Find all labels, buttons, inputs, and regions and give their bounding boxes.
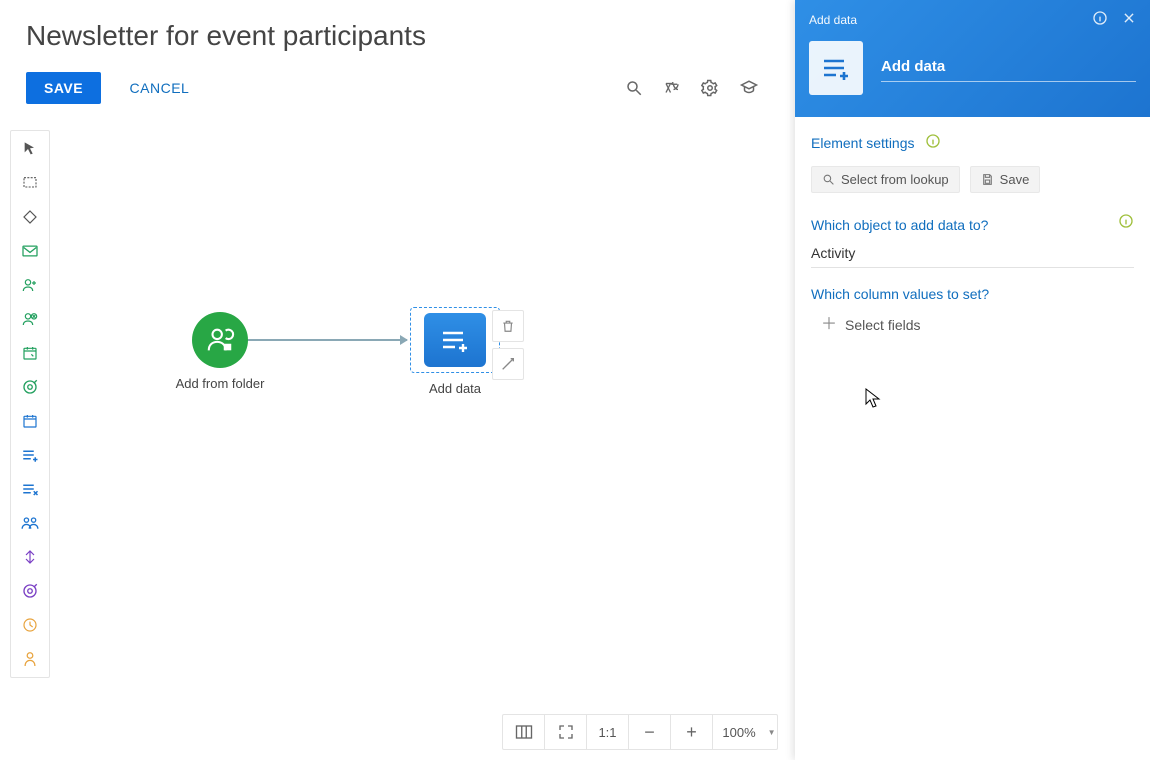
pointer-tool-icon[interactable] — [18, 139, 42, 159]
add-from-folder-node-icon — [192, 312, 248, 368]
split-tool-icon[interactable] — [18, 547, 42, 567]
columns-question-label: Which column values to set? — [811, 286, 1134, 302]
close-icon[interactable] — [1122, 11, 1136, 28]
email-tool-icon[interactable] — [18, 241, 42, 261]
plus-icon: ＋ — [821, 317, 837, 333]
designer-header: Newsletter for event participants SAVE C… — [0, 0, 795, 104]
cancel-button[interactable]: CANCEL — [124, 79, 196, 97]
properties-panel: Add data Element settings — [795, 0, 1150, 760]
academy-icon[interactable] — [739, 79, 759, 97]
connect-node-button[interactable] — [492, 348, 524, 380]
info-icon[interactable] — [1092, 10, 1108, 29]
node-side-tools — [492, 310, 524, 380]
contact-tool-icon[interactable] — [18, 649, 42, 669]
header-tool-icons — [625, 79, 759, 97]
save-element-button[interactable]: Save — [970, 166, 1041, 193]
element-settings-row: Element settings — [811, 133, 1134, 152]
element-settings-link[interactable]: Element settings — [811, 135, 915, 151]
zoom-bar: 1:1 − + 100%▼ — [0, 714, 790, 750]
canvas-node-label: Add data — [410, 381, 500, 396]
panel-header-caption: Add data — [809, 13, 857, 27]
canvas-node-add-from-folder[interactable]: Add from folder — [175, 312, 265, 391]
zoom-out-button[interactable]: − — [629, 715, 671, 749]
panel-body: Element settings Select from lookup Save… — [795, 117, 1150, 349]
select-from-lookup-button[interactable]: Select from lookup — [811, 166, 960, 193]
modify-data-tool-icon[interactable] — [18, 479, 42, 499]
group-tool-icon[interactable] — [18, 513, 42, 533]
fit-to-screen-icon[interactable] — [545, 715, 587, 749]
panel-element-icon — [809, 41, 863, 95]
designer-canvas[interactable]: Add from folder Add data — [60, 130, 795, 705]
header-left-actions: SAVE CANCEL — [26, 72, 195, 104]
info-icon[interactable] — [925, 133, 941, 152]
actual-size-button[interactable]: 1:1 — [587, 715, 629, 749]
canvas-node-label: Add from folder — [175, 376, 265, 391]
tool-palette — [10, 130, 50, 678]
add-audience-tool-icon[interactable] — [18, 275, 42, 295]
panel-header: Add data — [795, 0, 1150, 117]
selected-node-outline — [410, 307, 500, 373]
save-element-label: Save — [1000, 172, 1030, 187]
panel-title-row — [809, 41, 1136, 95]
add-data-tool-icon[interactable] — [18, 445, 42, 465]
element-name-input[interactable] — [881, 54, 1136, 82]
event-tool-icon[interactable] — [18, 411, 42, 431]
panel-quick-actions: Select from lookup Save — [811, 166, 1134, 193]
select-from-lookup-label: Select from lookup — [841, 172, 949, 187]
add-from-folder-tool-icon[interactable] — [18, 309, 42, 329]
landing-tool-icon[interactable] — [18, 377, 42, 397]
canvas-node-add-data[interactable]: Add data — [410, 307, 500, 396]
panel-header-row: Add data — [809, 10, 1136, 29]
select-fields-label: Select fields — [845, 317, 920, 333]
localization-icon[interactable] — [663, 79, 681, 97]
flow-connector[interactable] — [247, 339, 407, 341]
calendar-tool-icon[interactable] — [18, 343, 42, 363]
search-icon[interactable] — [625, 79, 643, 97]
info-icon[interactable] — [1118, 213, 1134, 232]
gateway-tool-icon[interactable] — [18, 207, 42, 227]
minimap-toggle-icon[interactable] — [503, 715, 545, 749]
page-title: Newsletter for event participants — [26, 18, 769, 54]
select-fields-button[interactable]: ＋ Select fields — [821, 317, 921, 333]
zoom-level-dropdown[interactable]: 100%▼ — [713, 715, 777, 749]
timer-tool-icon[interactable] — [18, 615, 42, 635]
header-actions-row: SAVE CANCEL — [26, 72, 769, 104]
delete-node-button[interactable] — [492, 310, 524, 342]
object-question-row: Which object to add data to? — [811, 211, 1134, 233]
zoom-controls: 1:1 − + 100%▼ — [502, 714, 778, 750]
save-button[interactable]: SAVE — [26, 72, 101, 104]
lasso-tool-icon[interactable] — [18, 173, 42, 193]
object-value-field[interactable]: Activity — [811, 239, 1134, 268]
add-data-node-icon — [424, 313, 486, 367]
settings-gear-icon[interactable] — [701, 79, 719, 97]
zoom-in-button[interactable]: + — [671, 715, 713, 749]
object-question-label: Which object to add data to? — [811, 217, 988, 233]
target-tool-icon[interactable] — [18, 581, 42, 601]
